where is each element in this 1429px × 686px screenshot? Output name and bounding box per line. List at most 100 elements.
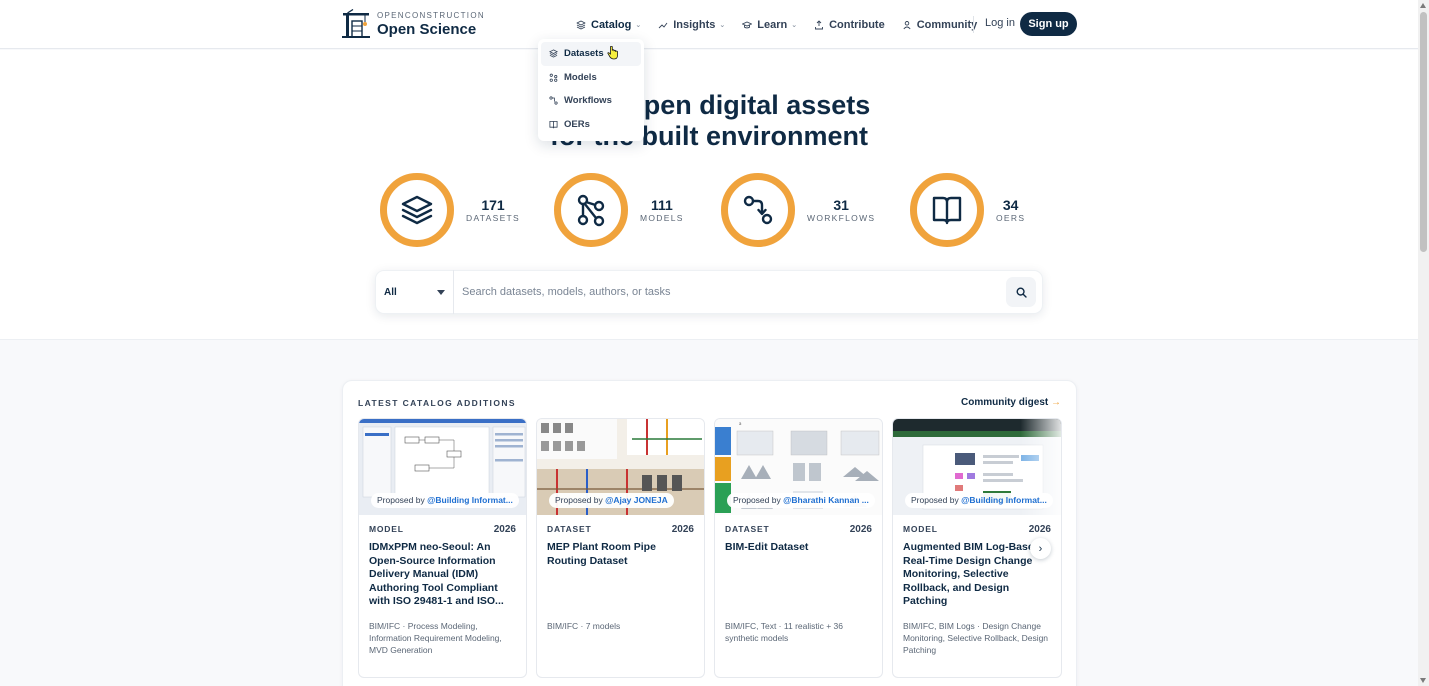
brand-logo[interactable]: OPENCONSTRUCTION Open Science <box>341 9 485 39</box>
card-year: 2026 <box>1028 524 1051 535</box>
nodes-icon <box>549 73 558 82</box>
author-link[interactable]: @Building Informat... <box>961 495 1047 505</box>
catalog-dropdown-menu: Datasets Models Workflows OERs <box>538 39 644 141</box>
catalog-card[interactable]: a Proposed by @Bharathi Kannan ... DATAS… <box>714 418 883 678</box>
card-type: MODEL <box>369 524 404 534</box>
scrollbar-thumb[interactable] <box>1420 12 1427 252</box>
stat-value: 31 <box>833 196 849 213</box>
card-year: 2026 <box>671 524 694 535</box>
crane-logo-icon <box>342 9 370 38</box>
search-input[interactable] <box>454 286 1006 298</box>
nav-insights[interactable]: Insights ⌄ <box>658 10 725 40</box>
nav-contribute-label: Contribute <box>829 18 885 31</box>
menu-item-workflows[interactable]: Workflows <box>541 89 641 113</box>
author-link[interactable]: @Building Informat... <box>427 495 513 505</box>
stat-workflows[interactable]: 31 WORKFLOWS <box>721 173 875 247</box>
card-tags: BIM/IFC, Text · 11 realistic + 36 synthe… <box>725 621 844 643</box>
author-link[interactable]: @Bharathi Kannan ... <box>783 495 869 505</box>
chevron-down-icon: ⌄ <box>791 21 798 29</box>
workflow-icon <box>743 195 773 225</box>
nav-learn-label: Learn <box>757 18 788 31</box>
nav-insights-label: Insights <box>673 18 716 31</box>
stat-datasets[interactable]: 171 DATASETS <box>380 173 520 247</box>
card-tags: BIM/IFC · 7 models <box>547 621 621 631</box>
proposed-prefix: Proposed by <box>555 495 603 505</box>
menu-item-datasets[interactable]: Datasets <box>541 42 641 66</box>
catalog-card[interactable]: Proposed by @Ajay JONEJA DATASET 2026 ME… <box>536 418 705 678</box>
search-icon <box>1015 286 1027 298</box>
scroll-up-arrow-icon[interactable] <box>1420 3 1426 8</box>
menu-item-label: Workflows <box>564 95 612 107</box>
page-scrollbar[interactable] <box>1418 0 1429 686</box>
chevron-down-icon: ⌄ <box>635 21 642 29</box>
caret-down-icon <box>437 289 445 295</box>
hero-section: D open digital assets for the built envi… <box>0 50 1418 340</box>
stat-oers[interactable]: 34 OERS <box>910 173 1025 247</box>
nav-community[interactable]: Community <box>902 10 978 40</box>
author-link[interactable]: @Ajay JONEJA <box>605 495 668 505</box>
hand-cursor-icon <box>607 46 618 60</box>
proposed-by-badge: Proposed by @Ajay JONEJA <box>549 493 674 508</box>
nav-divider <box>973 16 974 33</box>
menu-item-models[interactable]: Models <box>541 66 641 90</box>
proposed-by-badge: Proposed by @Building Informat... <box>371 493 519 508</box>
stat-label: DATASETS <box>466 212 521 223</box>
login-link[interactable]: Log in <box>985 17 1015 29</box>
proposed-prefix: Proposed by <box>377 495 425 505</box>
book-icon <box>549 120 558 129</box>
menu-item-label: Datasets <box>564 48 604 60</box>
nav-contribute[interactable]: Contribute <box>814 10 885 40</box>
workflow-icon <box>549 96 558 105</box>
card-year: 2026 <box>493 524 516 535</box>
stat-label: OERS <box>996 212 1026 223</box>
card-type: MODEL <box>903 524 938 534</box>
signup-button[interactable]: Sign up <box>1020 12 1077 36</box>
chevron-down-icon: ⌄ <box>719 21 726 29</box>
card-tags: BIM/IFC, BIM Logs · Design Change Monito… <box>903 621 1049 655</box>
card-thumbnail: Proposed by @Ajay JONEJA <box>537 419 704 515</box>
stat-models[interactable]: 111 MODELS <box>554 173 684 247</box>
carousel-next-button[interactable]: › <box>1030 538 1051 559</box>
card-title: MEP Plant Room Pipe Routing Dataset <box>547 541 656 567</box>
proposed-prefix: Proposed by <box>911 495 959 505</box>
latest-catalog-panel: LATEST CATALOG ADDITIONS Community diges… <box>342 380 1077 686</box>
brand-small-text: OPENCONSTRUCTION <box>377 10 485 20</box>
menu-item-oers[interactable]: OERs <box>541 113 641 137</box>
scroll-down-arrow-icon[interactable] <box>1420 678 1426 683</box>
layers-icon <box>576 20 586 29</box>
stat-value: 171 <box>481 196 505 213</box>
stat-value: 111 <box>650 196 673 213</box>
community-digest-link[interactable]: Community digest → <box>961 397 1061 408</box>
search-filter-select[interactable]: All <box>376 270 454 314</box>
card-thumbnail: Proposed by @Building Informat... <box>359 419 526 515</box>
chevron-right-icon: › <box>1038 542 1043 555</box>
arrow-right-icon: → <box>1051 397 1061 408</box>
proposed-prefix: Proposed by <box>733 495 781 505</box>
user-icon <box>903 20 911 29</box>
nav-learn[interactable]: Learn ⌄ <box>742 10 797 40</box>
search-filter-value: All <box>384 286 397 298</box>
menu-item-label: OERs <box>564 118 590 130</box>
stat-label: WORKFLOWS <box>807 212 876 223</box>
section-title: LATEST CATALOG ADDITIONS <box>358 398 516 408</box>
graduation-icon <box>742 21 753 28</box>
book-icon <box>932 196 962 225</box>
upload-icon <box>815 19 824 29</box>
card-thumbnail: a Proposed by @Bharathi Kannan ... <box>715 419 882 515</box>
card-year: 2026 <box>849 524 872 535</box>
card-title: Augmented BIM Log-Based Real-Time Design… <box>903 541 1041 607</box>
card-type: DATASET <box>725 524 770 534</box>
chart-icon <box>658 22 668 28</box>
proposed-by-badge: Proposed by @Building Informat... <box>905 493 1053 508</box>
search-button[interactable] <box>1006 277 1036 307</box>
hero-title: D open digital assets for the built envi… <box>0 90 1418 152</box>
catalog-card[interactable]: Proposed by @Building Informat... MODEL … <box>358 418 527 678</box>
stat-value: 34 <box>1002 196 1019 213</box>
layers-icon <box>401 195 433 225</box>
nav-community-label: Community <box>916 18 978 31</box>
card-thumbnail: Proposed by @Building Informat... <box>893 419 1061 515</box>
community-digest-label: Community digest <box>960 397 1049 408</box>
nav-catalog[interactable]: Catalog ⌄ <box>576 10 642 42</box>
card-title: BIM-Edit Dataset <box>725 541 809 553</box>
brand-name: Open Science <box>377 20 477 38</box>
